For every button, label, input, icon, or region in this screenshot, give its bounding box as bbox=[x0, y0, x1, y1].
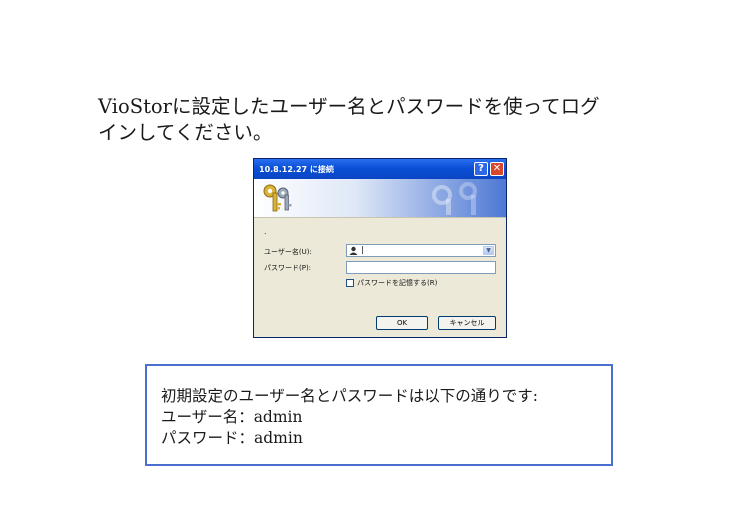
default-credentials-box: 初期設定のユーザー名とパスワードは以下の通りです: ユーザー名：admin パス… bbox=[145, 364, 613, 466]
login-dialog: 10.8.12.27 に接続 ? ✕ . ユーザー名(U): | ▼ パスワード… bbox=[253, 158, 507, 338]
note-line-2: ユーザー名：admin bbox=[161, 408, 303, 426]
remember-password-checkbox[interactable] bbox=[346, 279, 354, 287]
username-label: ユーザー名(U): bbox=[264, 248, 312, 256]
close-button[interactable]: ✕ bbox=[490, 162, 504, 176]
instruction-line-2: インしてください。 bbox=[98, 121, 273, 144]
ok-button[interactable]: OK bbox=[376, 316, 428, 330]
cancel-button[interactable]: キャンセル bbox=[438, 316, 496, 330]
dialog-title-bar[interactable]: 10.8.12.27 に接続 ? ✕ bbox=[254, 159, 506, 179]
chevron-down-icon[interactable]: ▼ bbox=[483, 246, 494, 255]
note-line-3: パスワード：admin bbox=[161, 429, 303, 447]
banner-keys-graphic bbox=[432, 182, 477, 215]
dialog-title: 10.8.12.27 に接続 bbox=[259, 165, 334, 174]
password-label: パスワード(P): bbox=[264, 264, 312, 272]
realm-text: . bbox=[264, 227, 267, 236]
instruction-line-1: VioStorに設定したユーザー名とパスワードを使ってログ bbox=[98, 95, 600, 118]
username-value: | bbox=[361, 245, 364, 254]
user-icon bbox=[349, 246, 358, 255]
dialog-banner bbox=[254, 179, 506, 218]
keys-icon bbox=[263, 184, 292, 212]
username-combobox[interactable]: | ▼ bbox=[346, 244, 496, 257]
note-text: 初期設定のユーザー名とパスワードは以下の通りです: ユーザー名：admin パス… bbox=[161, 386, 538, 449]
instruction-text: VioStorに設定したユーザー名とパスワードを使ってログ インしてください。 bbox=[98, 94, 658, 146]
help-button[interactable]: ? bbox=[474, 162, 488, 176]
password-field[interactable] bbox=[346, 261, 496, 274]
remember-password-label[interactable]: パスワードを記憶する(R) bbox=[357, 278, 437, 288]
note-line-1: 初期設定のユーザー名とパスワードは以下の通りです: bbox=[161, 387, 538, 405]
